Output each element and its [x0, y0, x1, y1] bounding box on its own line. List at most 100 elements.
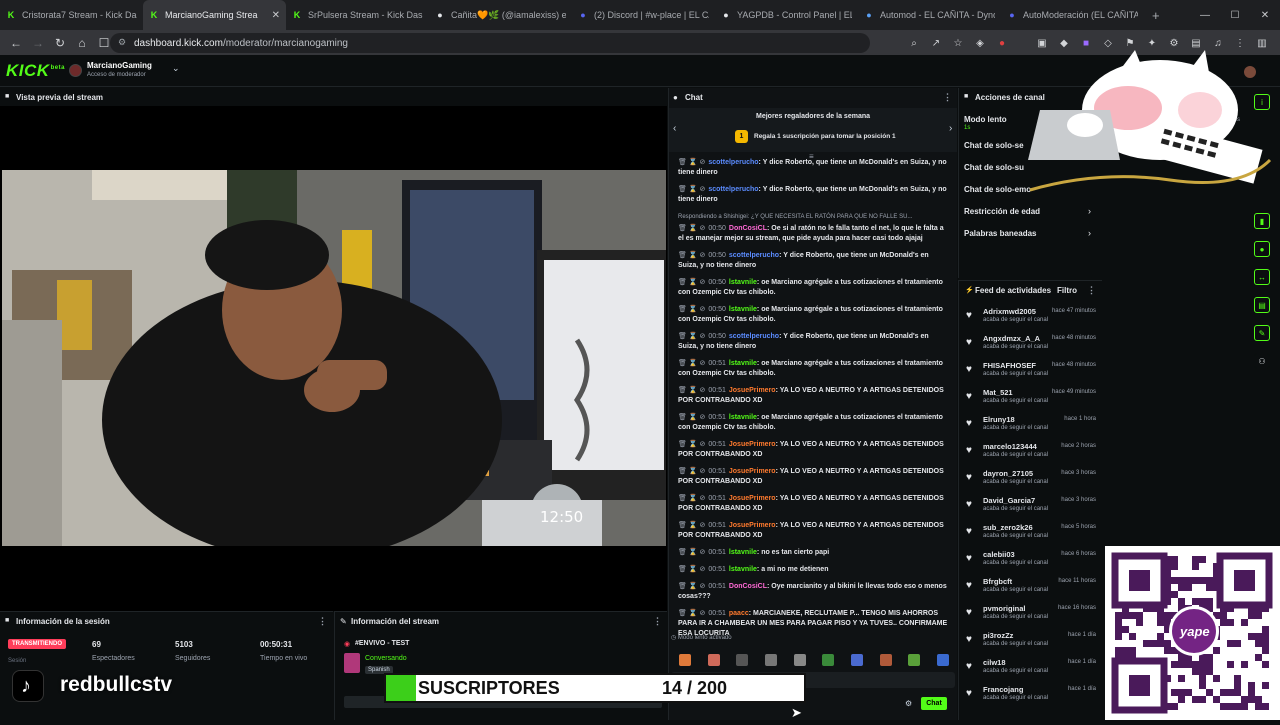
chat-message[interactable]: 🗑 ⌛ ⊘ 00:51 JosuePrimero: YA LO VEO A NEUT… — [678, 386, 948, 406]
emote-icon[interactable] — [793, 654, 806, 666]
chat-message[interactable]: 🗑 ⌛ ⊘ scottelperucho: Y dice Roberto, que… — [678, 158, 948, 178]
mod-actions-icon[interactable]: 🗑 ⌛ ⊘ — [678, 387, 705, 394]
feed-username[interactable]: cilw18 — [983, 658, 1006, 667]
emote-icon[interactable] — [707, 654, 720, 666]
chat-username[interactable]: scottelperucho — [708, 159, 758, 166]
mod-actions-icon[interactable]: 🗑 ⌛ ⊘ — [678, 306, 705, 313]
chat-message[interactable]: 🗑 ⌛ ⊘ 00:51 paacc: MARCIANEKE, RECLUTAME P… — [678, 609, 948, 639]
chat-username[interactable]: lstavnile — [729, 360, 757, 367]
banned-words-row[interactable]: Palabras baneadas — [964, 229, 1036, 238]
chat-message[interactable]: 🗑 ⌛ ⊘ 00:51 lstavnile: a mi no me detienen — [678, 565, 948, 575]
mod-actions-icon[interactable]: 🗑 ⌛ ⊘ — [678, 522, 705, 529]
mod-actions-icon[interactable]: 🗑 ⌛ ⊘ — [678, 333, 705, 340]
chat-message[interactable]: 🗑 ⌛ ⊘ 00:51 JosuePrimero: YA LO VEO A NEUT… — [678, 494, 948, 514]
close-window-icon[interactable]: ✕ — [1250, 0, 1280, 30]
home-icon[interactable]: ⌂ — [72, 33, 92, 53]
chat-message[interactable]: 🗑 ⌛ ⊘ 00:50 lstavnile: oe Marciano agrégal… — [678, 305, 948, 325]
feed-username[interactable]: Elruny18 — [983, 415, 1015, 424]
ublock-extension-icon[interactable]: ● — [994, 35, 1010, 51]
chat-message[interactable]: 🗑 ⌛ ⊘ 00:50 DonCosiCL: Oe si al ratón no l… — [678, 224, 948, 244]
chat-message[interactable]: 🗑 ⌛ ⊘ 00:50 scottelperucho: Y dice Roberto… — [678, 251, 948, 271]
chat-username[interactable]: paacc — [729, 610, 749, 617]
feed-item[interactable]: ♥ Angxdmzx_A_A acaba de seguir el canal hac… — [966, 334, 1096, 360]
emote-icon[interactable] — [936, 654, 949, 666]
chat-username[interactable]: lstavnile — [729, 306, 757, 313]
rail-mod-icon[interactable]: ▮ — [1254, 213, 1270, 229]
rail-chat-icon[interactable]: ● — [1254, 241, 1270, 257]
feed-item[interactable]: ♥ Bfrgbcft acaba de seguir el canal hace 11… — [966, 577, 1096, 603]
new-tab-icon[interactable]: + — [1144, 0, 1168, 30]
chat-username[interactable]: lstavnile — [729, 566, 757, 573]
stream-preview-player[interactable]: 12:50 — [0, 106, 667, 611]
shield-extension-icon[interactable]: ◈ — [972, 35, 988, 51]
chat-message[interactable]: 🗑 ⌛ ⊘ 00:51 lstavnile: no es tan cierto pa… — [678, 548, 948, 558]
minimize-window-icon[interactable]: — — [1190, 0, 1220, 30]
rail-link-icon[interactable]: ↔ — [1254, 269, 1270, 285]
feed-item[interactable]: ♥ David_Garcia7 acaba de seguir el canal ha… — [966, 496, 1096, 522]
chat-message[interactable]: 🗑 ⌛ ⊘ scottelperucho: Y dice Roberto, que… — [678, 185, 948, 205]
forward-icon[interactable]: → — [28, 33, 48, 53]
chat-username[interactable]: lstavnile — [729, 549, 757, 556]
gifters-prev-chevron-icon[interactable]: ‹ — [673, 123, 676, 134]
gift-cta[interactable]: Regala 1 suscripción para tomar la posic… — [754, 133, 896, 140]
feed-item[interactable]: ♥ FHISAFHOSEF acaba de seguir el canal hace… — [966, 361, 1096, 387]
chat-username[interactable]: JosuePrimero — [729, 387, 776, 394]
browser-tab[interactable]: ● Cañita🧡🌿 (@iamalexiss) es — [429, 0, 572, 30]
browser-tab[interactable]: K SrPulsera Stream - Kick Dashb — [286, 0, 429, 30]
rail-users-icon[interactable]: ⚇ — [1254, 353, 1270, 369]
chat-username[interactable]: scottelperucho — [729, 252, 779, 259]
stream-info-menu-icon[interactable]: ⋮ — [653, 616, 662, 627]
feed-item[interactable]: ♥ Mat_521 acaba de seguir el canal hace 49 … — [966, 388, 1096, 414]
chat-message[interactable]: 🗑 ⌛ ⊘ 00:50 scottelperucho: Y dice Roberto… — [678, 332, 948, 352]
feed-username[interactable]: pi3rozZz — [983, 631, 1013, 640]
chat-username[interactable]: scottelperucho — [708, 186, 758, 193]
feed-item[interactable]: ♥ Adrixmwd2005 acaba de seguir el canal hac… — [966, 307, 1096, 333]
mod-actions-icon[interactable]: 🗑 ⌛ ⊘ — [678, 610, 705, 617]
mod-actions-icon[interactable]: 🗑 ⌛ ⊘ — [678, 583, 705, 590]
feed-username[interactable]: calebii03 — [983, 550, 1015, 559]
emote-icon[interactable] — [879, 654, 892, 666]
emote-icon[interactable] — [908, 654, 921, 666]
feed-username[interactable]: Francojang — [983, 685, 1023, 694]
chat-username[interactable]: JosuePrimero — [729, 441, 776, 448]
feed-username[interactable]: pvmoriginal — [983, 604, 1026, 613]
feed-item[interactable]: ♥ pi3rozZz acaba de seguir el canal hace 1 … — [966, 631, 1096, 657]
slow-mode-row[interactable]: Modo lento — [964, 115, 1007, 124]
feed-username[interactable]: David_Garcia7 — [983, 496, 1035, 505]
chat-message[interactable]: 🗑 ⌛ ⊘ 00:50 lstavnile: oe Marciano agrégal… — [678, 278, 948, 298]
subscribers-only-row[interactable]: Chat de solo-su — [964, 163, 1024, 172]
zoom-icon[interactable]: ⌕ — [906, 35, 922, 51]
chat-message[interactable]: 🗑 ⌛ ⊘ 00:51 lstavnile: oe Marciano agrégal… — [678, 413, 948, 433]
rail-wrench-icon[interactable]: ✎ — [1254, 325, 1270, 341]
feed-username[interactable]: sub_zero2k26 — [983, 523, 1033, 532]
feed-username[interactable]: Mat_521 — [983, 388, 1013, 397]
chat-username[interactable]: JosuePrimero — [729, 522, 776, 529]
chat-username[interactable]: JosuePrimero — [729, 468, 776, 475]
chat-username[interactable]: scottelperucho — [729, 333, 779, 340]
mod-actions-icon[interactable]: 🗑 ⌛ ⊘ — [678, 549, 705, 556]
chat-message[interactable]: 🗑 ⌛ ⊘ 00:51 JosuePrimero: YA LO VEO A NEUT… — [678, 440, 948, 460]
feed-username[interactable]: dayron_27105 — [983, 469, 1033, 478]
chat-username[interactable]: DonCosiCL — [729, 583, 767, 590]
reload-icon[interactable]: ↻ — [50, 33, 70, 53]
mod-actions-icon[interactable]: 🗑 ⌛ ⊘ — [678, 252, 705, 259]
feed-username[interactable]: Bfrgbcft — [983, 577, 1012, 586]
emote-icon[interactable] — [822, 654, 835, 666]
chat-message[interactable]: 🗑 ⌛ ⊘ 00:51 JosuePrimero: YA LO VEO A NEUT… — [678, 467, 948, 487]
mod-actions-icon[interactable]: 🗑 ⌛ ⊘ — [678, 225, 705, 232]
channel-name[interactable]: MarcianoGaming — [87, 61, 152, 70]
feed-item[interactable]: ♥ Elruny18 acaba de seguir el canal hace 1 … — [966, 415, 1096, 441]
chat-message[interactable]: Respondiendo a Shishigei: ¿Y QUE NECESIT… — [678, 212, 948, 222]
mod-actions-icon[interactable]: 🗑 ⌛ ⊘ — [678, 279, 705, 286]
banned-words-chevron-icon[interactable]: › — [1088, 228, 1091, 238]
chat-username[interactable]: lstavnile — [729, 414, 757, 421]
chat-username[interactable]: DonCosiCL — [729, 225, 767, 232]
emote-icon[interactable] — [764, 654, 777, 666]
browser-tab[interactable]: ● AutoModeración (EL CAÑITA) — [1001, 0, 1144, 30]
emote-icon[interactable] — [679, 654, 691, 666]
mod-actions-icon[interactable]: 🗑 ⌛ ⊘ — [678, 159, 705, 166]
mod-actions-icon[interactable]: 🗑 ⌛ ⊘ — [678, 468, 705, 475]
browser-tab[interactable]: ● (2) Discord | #w-place | EL CAÑ — [572, 0, 715, 30]
feed-username[interactable]: FHISAFHOSEF — [983, 361, 1036, 370]
channel-switch-chevron-down-icon[interactable]: ⌄ — [172, 63, 180, 74]
